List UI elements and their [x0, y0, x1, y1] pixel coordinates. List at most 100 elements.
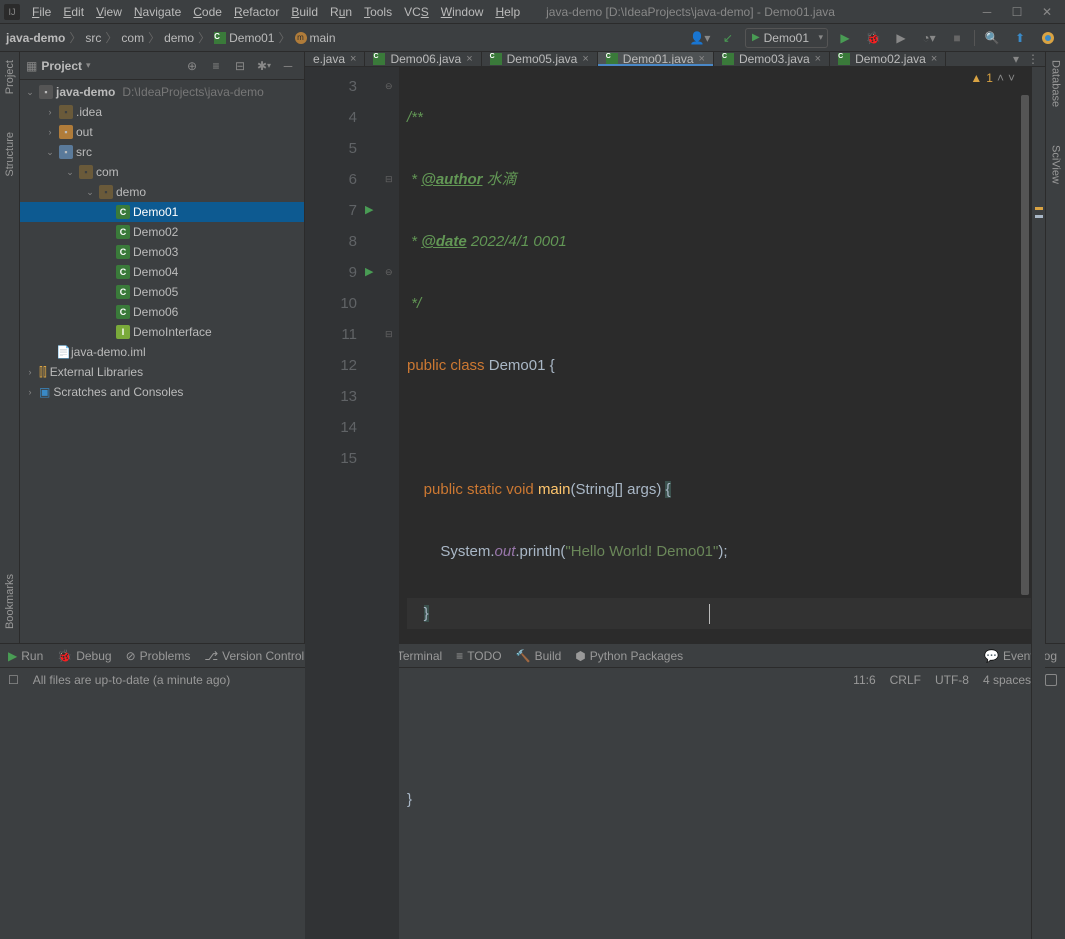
menu-vcs[interactable]: VCS	[398, 5, 435, 19]
settings-icon[interactable]: ✱▾	[254, 56, 274, 76]
tree-class-demo06[interactable]: CDemo06	[20, 302, 304, 322]
tree-idea[interactable]: ›▪.idea	[20, 102, 304, 122]
tree-class-demo01[interactable]: CDemo01	[20, 202, 304, 222]
menu-tools[interactable]: Tools	[358, 5, 398, 19]
close-icon[interactable]: ×	[350, 53, 356, 65]
tab-demo02[interactable]: CDemo02.java×	[830, 52, 946, 66]
crumb-class[interactable]: CDemo01	[214, 31, 274, 45]
menu-file[interactable]: File	[26, 5, 57, 19]
menu-run[interactable]: Run	[324, 5, 358, 19]
tree-class-demo02[interactable]: CDemo02	[20, 222, 304, 242]
tool-tab-project[interactable]: Project	[4, 56, 16, 98]
debug-button[interactable]: 🐞	[862, 27, 884, 49]
menu-window[interactable]: Window	[435, 5, 490, 19]
run-line-icon[interactable]: ▶	[365, 257, 385, 288]
tool-problems[interactable]: ⊘Problems	[126, 649, 191, 663]
vcs-update-icon[interactable]: ↙	[717, 27, 739, 49]
sidebar-title[interactable]: Project	[41, 59, 82, 73]
tree-interface[interactable]: IDemoInterface	[20, 322, 304, 342]
profile-button[interactable]: ◔▾	[918, 27, 940, 49]
code-content[interactable]: /** * @author 水滴 * @date 2022/4/1 0001 *…	[399, 67, 1031, 939]
run-config-selector[interactable]: ▶ Demo01	[745, 28, 828, 48]
fold-gutter: ⊖ ⊟ ⊖ ⊟	[385, 67, 399, 939]
stop-button[interactable]: ■	[946, 27, 968, 49]
tool-debug[interactable]: 🐞Debug	[57, 649, 111, 663]
run-button[interactable]: ▶	[834, 27, 856, 49]
breadcrumb: java-demo 〉 src 〉 com 〉 demo 〉 CDemo01 〉…	[6, 29, 689, 46]
prev-highlight-icon[interactable]: ˄	[997, 71, 1004, 85]
minimize-button[interactable]: ─	[973, 2, 1001, 22]
tree-com[interactable]: ⌄▪com	[20, 162, 304, 182]
search-button[interactable]: 🔍	[981, 27, 1003, 49]
editor-scrollbar[interactable]	[1021, 95, 1031, 939]
close-icon[interactable]: ×	[466, 53, 472, 65]
menu-help[interactable]: Help	[489, 5, 526, 19]
tree-src[interactable]: ⌄▪src	[20, 142, 304, 162]
tab-demo03[interactable]: CDemo03.java×	[714, 52, 830, 66]
crumb-src[interactable]: src	[85, 31, 101, 45]
tree-scratches[interactable]: ›▣Scratches and Consoles	[20, 382, 304, 402]
title-bar: IJ File Edit View Navigate Code Refactor…	[0, 0, 1065, 24]
menu-refactor[interactable]: Refactor	[228, 5, 285, 19]
error-stripe[interactable]	[1031, 67, 1045, 939]
navigation-bar: java-demo 〉 src 〉 com 〉 demo 〉 CDemo01 〉…	[0, 24, 1065, 52]
editor-area: e.java× CDemo06.java× CDemo05.java× CDem…	[305, 52, 1045, 643]
tabs-dropdown-icon[interactable]: ▾	[1013, 52, 1019, 66]
tool-run[interactable]: ▶Run	[8, 649, 43, 663]
tool-tab-sciview[interactable]: SciView	[1050, 141, 1062, 188]
menu-view[interactable]: View	[90, 5, 128, 19]
code-with-me-icon[interactable]	[1037, 27, 1059, 49]
code-editor[interactable]: 3456789101112131415 ▶ ▶ ⊖ ⊟ ⊖ ⊟ /** * @a…	[305, 67, 1045, 939]
tool-tab-structure[interactable]: Structure	[4, 128, 16, 181]
expand-all-icon[interactable]: ≡	[206, 56, 226, 76]
select-opened-file-icon[interactable]: ⊕	[182, 56, 202, 76]
status-widgets-icon[interactable]: ☐	[8, 673, 19, 687]
tree-root[interactable]: ⌄▪ java-demo D:\IdeaProjects\java-demo	[20, 82, 304, 102]
tool-tab-bookmarks[interactable]: Bookmarks	[4, 570, 16, 633]
right-tool-stripe: Database SciView	[1045, 52, 1065, 643]
hide-sidebar-icon[interactable]: ─	[278, 56, 298, 76]
tool-vcs[interactable]: ⎇Version Control	[204, 649, 304, 663]
tree-out[interactable]: ›▪out	[20, 122, 304, 142]
menu-code[interactable]: Code	[187, 5, 228, 19]
maximize-button[interactable]: ☐	[1003, 2, 1031, 22]
run-gutter: ▶ ▶	[365, 67, 385, 939]
line-number-gutter: 3456789101112131415	[305, 67, 365, 939]
run-line-icon[interactable]: ▶	[365, 195, 385, 226]
readonly-lock-icon[interactable]	[1045, 674, 1057, 686]
editor-tabs: e.java× CDemo06.java× CDemo05.java× CDem…	[305, 52, 1045, 67]
close-icon[interactable]: ×	[815, 53, 821, 65]
tree-demo[interactable]: ⌄▪demo	[20, 182, 304, 202]
crumb-method[interactable]: mmain	[295, 31, 336, 45]
close-icon[interactable]: ×	[582, 53, 588, 65]
next-highlight-icon[interactable]: ˅	[1008, 71, 1015, 85]
inspection-widget[interactable]: ▲1 ˄ ˅	[970, 71, 1015, 85]
menu-navigate[interactable]: Navigate	[128, 5, 187, 19]
tree-external-libs[interactable]: ›⫿⫿External Libraries	[20, 362, 304, 382]
project-view-icon: ▦	[26, 59, 37, 73]
tree-class-demo03[interactable]: CDemo03	[20, 242, 304, 262]
tab-demo05[interactable]: CDemo05.java×	[482, 52, 598, 66]
close-button[interactable]: ✕	[1033, 2, 1061, 22]
crumb-project[interactable]: java-demo	[6, 31, 65, 45]
tab-demo01[interactable]: CDemo01.java×	[598, 52, 714, 66]
tree-class-demo05[interactable]: CDemo05	[20, 282, 304, 302]
tree-iml[interactable]: 📄java-demo.iml	[20, 342, 304, 362]
user-icon[interactable]: 👤▾	[689, 27, 711, 49]
ide-update-icon[interactable]: ⬆	[1009, 27, 1031, 49]
coverage-button[interactable]: ▶	[890, 27, 912, 49]
left-tool-stripe: Project Structure Bookmarks	[0, 52, 20, 643]
close-icon[interactable]: ×	[931, 53, 937, 65]
crumb-demo[interactable]: demo	[164, 31, 194, 45]
menu-build[interactable]: Build	[285, 5, 324, 19]
crumb-com[interactable]: com	[121, 31, 144, 45]
tool-tab-database[interactable]: Database	[1050, 56, 1062, 111]
tabs-more-icon[interactable]: ⋮	[1027, 52, 1039, 66]
tree-class-demo04[interactable]: CDemo04	[20, 262, 304, 282]
close-icon[interactable]: ×	[699, 53, 705, 65]
tab-partial[interactable]: e.java×	[305, 52, 365, 66]
tab-demo06[interactable]: CDemo06.java×	[365, 52, 481, 66]
menu-edit[interactable]: Edit	[57, 5, 90, 19]
collapse-all-icon[interactable]: ⊟	[230, 56, 250, 76]
window-title: java-demo [D:\IdeaProjects\java-demo] - …	[526, 5, 973, 19]
